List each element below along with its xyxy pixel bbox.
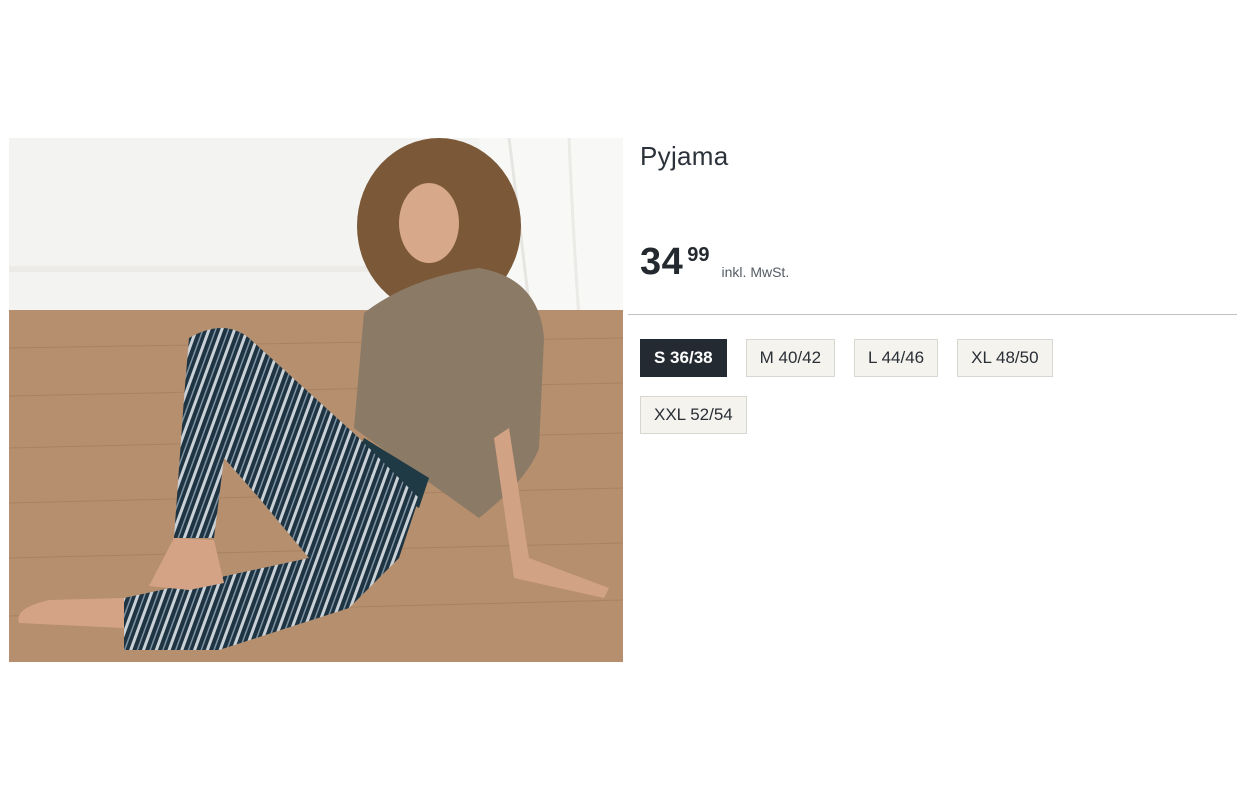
size-option-m[interactable]: M 40/42 xyxy=(745,339,836,377)
size-selector: S 36/38 M 40/42 L 44/46 XL 48/50 XXL 52/… xyxy=(640,339,1140,434)
size-option-xl[interactable]: XL 48/50 xyxy=(957,339,1053,377)
size-option-l[interactable]: L 44/46 xyxy=(854,339,939,377)
product-price: 34 99 inkl. MwSt. xyxy=(640,243,789,281)
size-option-s[interactable]: S 36/38 xyxy=(640,339,727,377)
price-tax-note: inkl. MwSt. xyxy=(721,264,790,280)
price-main: 34 xyxy=(640,241,684,283)
product-title: Pyjama xyxy=(640,141,729,171)
size-option-xxl[interactable]: XXL 52/54 xyxy=(640,396,747,434)
product-photo xyxy=(9,138,623,662)
price-cents: 99 xyxy=(687,244,710,266)
product-image[interactable] xyxy=(9,138,623,662)
divider xyxy=(628,314,1237,315)
